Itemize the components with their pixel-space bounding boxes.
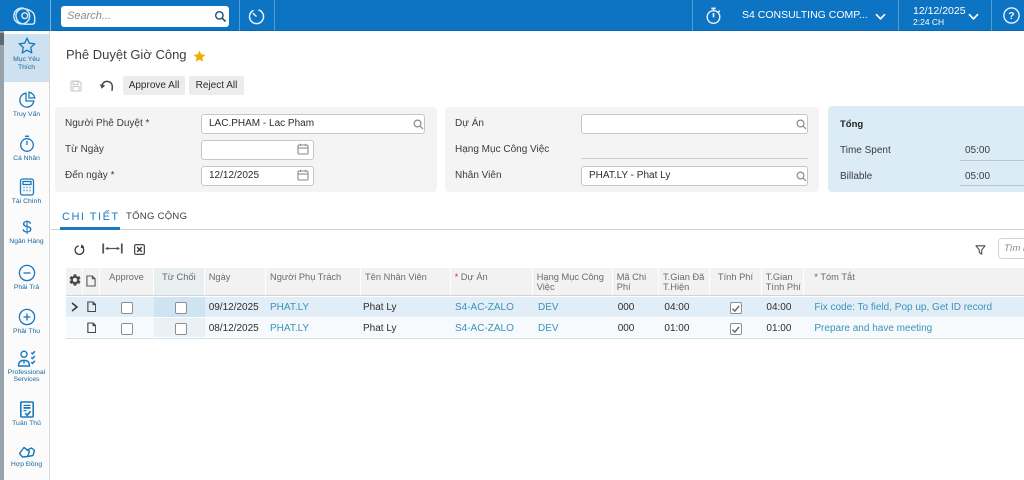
svg-text:$: $ bbox=[22, 218, 32, 237]
svg-text:?: ? bbox=[1008, 10, 1014, 22]
